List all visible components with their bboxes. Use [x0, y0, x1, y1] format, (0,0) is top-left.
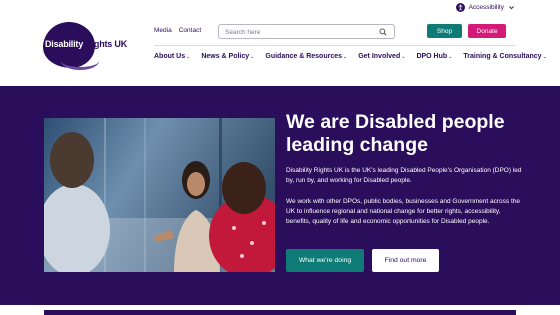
nav-item-get-involved[interactable]: Get Involved ⌄	[358, 53, 405, 60]
what-were-doing-button[interactable]: What we're doing	[286, 249, 364, 272]
nav-item-news-policy[interactable]: News & Policy ⌄	[201, 53, 254, 60]
chevron-down-icon: ⌄	[401, 53, 406, 60]
site-logo[interactable]: Disability Rights UK	[41, 22, 133, 70]
search-input[interactable]	[225, 27, 375, 37]
logo-swoosh	[61, 52, 99, 70]
contact-link[interactable]: Contact	[179, 27, 201, 34]
header-divider	[154, 45, 515, 46]
logo-text: Disability Rights UK	[45, 39, 128, 49]
utility-links: Media Contact	[154, 27, 201, 34]
chevron-down-icon	[509, 6, 514, 10]
shop-button[interactable]: Shop	[427, 24, 462, 38]
main-nav: About Us ⌄ News & Policy ⌄ Guidance & Reso…	[154, 53, 547, 60]
hero-intro-text: Disability Rights UK is the UK's leading…	[286, 167, 522, 184]
accessibility-menu[interactable]: Accessibility	[455, 3, 515, 12]
nav-item-about-us[interactable]: About Us ⌄	[154, 53, 190, 60]
top-utility-bar: Accessibility	[0, 0, 560, 16]
chevron-down-icon: ⌄	[186, 53, 191, 60]
nav-item-dpo-hub[interactable]: DPO Hub ⌄	[416, 53, 452, 60]
donate-button[interactable]: Donate	[468, 24, 506, 38]
accessibility-label: Accessibility	[468, 4, 504, 11]
chevron-down-icon: ⌄	[542, 53, 547, 60]
search-icon[interactable]	[379, 28, 387, 36]
nav-item-guidance-resources[interactable]: Guidance & Resources ⌄	[265, 53, 347, 60]
chevron-down-icon: ⌄	[343, 53, 348, 60]
chevron-down-icon: ⌄	[448, 53, 453, 60]
next-section-bar	[44, 310, 516, 315]
find-out-more-button[interactable]: Find out more	[372, 249, 439, 272]
search-box	[218, 24, 395, 39]
hero-title: We are Disabled people leading change	[286, 111, 505, 156]
hero-body-text: We work with other DPOs, public bodies, …	[286, 198, 520, 225]
nav-item-training-consultancy[interactable]: Training & Consultancy ⌄	[463, 53, 546, 60]
media-link[interactable]: Media	[154, 27, 172, 34]
chevron-down-icon: ⌄	[250, 53, 255, 60]
site-header: Disability Rights UK Media Contact Shop …	[0, 16, 560, 86]
accessibility-icon	[455, 3, 465, 12]
hero-section: We are Disabled people leading change Di…	[0, 86, 560, 305]
hero-photo	[44, 118, 275, 272]
